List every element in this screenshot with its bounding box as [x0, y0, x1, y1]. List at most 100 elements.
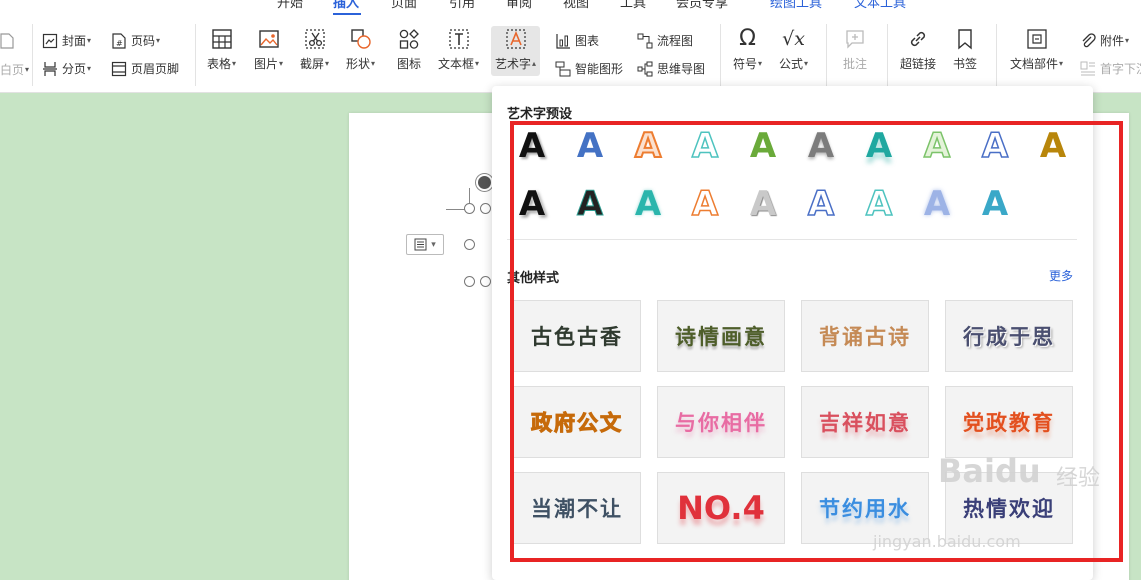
chart-icon	[556, 33, 570, 49]
wordart-preset[interactable]: A	[685, 126, 725, 166]
table-icon	[211, 29, 232, 49]
more-styles-link[interactable]: 更多	[1049, 267, 1073, 284]
ribbon-separator	[826, 24, 827, 86]
wordart-button[interactable]: 艺术字 ▴	[491, 26, 541, 76]
wordart-style-card[interactable]: 与你相伴	[657, 386, 785, 458]
smartart-button[interactable]: 智能图形	[555, 60, 623, 77]
drop-cap-button[interactable]: 首字下沉	[1080, 60, 1141, 77]
tab-tools[interactable]: 工具	[620, 0, 646, 11]
blank-page-icon[interactable]	[0, 33, 14, 49]
tab-review[interactable]: 审阅	[506, 0, 532, 11]
layout-options-button[interactable]: ▾	[406, 234, 444, 255]
active-tab-indicator	[333, 13, 361, 15]
wordart-preset[interactable]: A	[801, 184, 841, 224]
ribbon-separator	[32, 24, 33, 86]
shape-button[interactable]: 形状 ▾	[346, 28, 375, 72]
wordart-preset[interactable]: A	[570, 126, 610, 166]
wordart-icon	[505, 29, 526, 49]
doc-parts-icon	[1026, 29, 1047, 49]
wordart-preset[interactable]: A	[628, 184, 668, 224]
page-break-icon	[43, 61, 57, 76]
page-number-button[interactable]: # 页码 ▾	[111, 32, 160, 49]
chevron-down-icon: ▾	[431, 239, 436, 250]
resize-handle[interactable]	[464, 239, 475, 250]
tab-drawing-tools[interactable]: 绘图工具	[770, 0, 822, 11]
resize-handle[interactable]	[464, 276, 475, 287]
formula-button[interactable]: √x 公式 ▾	[779, 28, 808, 72]
wordart-preset[interactable]: A	[743, 184, 783, 224]
wordart-style-card[interactable]: 诗情画意	[657, 300, 785, 372]
wordart-preset[interactable]: A	[743, 126, 783, 166]
wordart-preset[interactable]: A	[859, 184, 899, 224]
tab-view[interactable]: 视图	[563, 0, 589, 11]
page-break-button[interactable]: 分页 ▾	[42, 60, 91, 77]
wordart-style-card[interactable]: 背诵古诗	[801, 300, 929, 372]
wordart-style-card[interactable]: 吉祥如意	[801, 386, 929, 458]
symbol-button[interactable]: Ω 符号 ▾	[733, 28, 762, 72]
picture-button[interactable]: 图片 ▾	[254, 28, 283, 72]
wordart-style-card[interactable]: 当潮不让	[513, 472, 641, 544]
top-tab-strip: 开始 插入 页面 引用 审阅 视图 工具 会员专享 绘图工具 文本工具	[0, 0, 1141, 18]
chart-button[interactable]: 图表	[555, 32, 599, 49]
other-styles-title: 其他样式	[507, 271, 560, 286]
wordart-style-card[interactable]: 行成于思	[945, 300, 1073, 372]
comment-button[interactable]: 批注	[843, 28, 867, 72]
wordart-preset[interactable]: A	[570, 184, 610, 224]
scissors-icon	[304, 29, 325, 49]
textbox-button[interactable]: 文本框 ▾	[438, 28, 479, 72]
resize-handle[interactable]	[480, 203, 491, 214]
tab-home[interactable]: 开始	[277, 0, 303, 11]
presets-title: 艺术字预设	[507, 107, 573, 122]
section-divider	[507, 239, 1077, 240]
icons-grid-icon	[399, 29, 419, 49]
icon-button[interactable]: 图标	[397, 28, 421, 72]
wordart-dropdown-panel: 艺术字预设 A A A A A A A A A A A A A A A A A …	[492, 86, 1093, 580]
cover-button[interactable]: 封面 ▾	[42, 32, 91, 49]
wordart-preset[interactable]: A	[512, 126, 552, 166]
tab-member[interactable]: 会员专享	[676, 0, 728, 11]
flowchart-button[interactable]: 流程图	[637, 32, 693, 49]
resize-handle[interactable]	[480, 276, 491, 287]
omega-icon: Ω	[739, 26, 756, 51]
wordart-preset[interactable]: A	[917, 126, 957, 166]
wordart-preset[interactable]: A	[975, 184, 1015, 224]
wordart-preset[interactable]: A	[1033, 126, 1073, 166]
wordart-style-card[interactable]: 节约用水	[801, 472, 929, 544]
wordart-preset[interactable]: A	[628, 126, 668, 166]
bookmark-button[interactable]: 书签	[953, 28, 977, 72]
flowchart-icon	[637, 33, 653, 48]
wordart-style-card[interactable]: 政府公文	[513, 386, 641, 458]
wordart-preset[interactable]: A	[859, 126, 899, 166]
shape-icon	[350, 29, 371, 49]
wordart-preset[interactable]: A	[917, 184, 957, 224]
wordart-preset[interactable]: A	[975, 126, 1015, 166]
header-footer-button[interactable]: 页眉页脚	[111, 60, 179, 77]
wordart-preset[interactable]: A	[685, 184, 725, 224]
ribbon-separator	[195, 24, 196, 86]
tab-text-tools[interactable]: 文本工具	[854, 0, 906, 11]
ribbon-separator	[996, 24, 997, 86]
resize-handle[interactable]	[464, 203, 475, 214]
blank-page-button[interactable]: 白页 ▾	[0, 61, 29, 78]
doc-parts-button[interactable]: 文档部件 ▾	[1010, 28, 1063, 72]
wordart-style-card[interactable]: 热情欢迎	[945, 472, 1073, 544]
wordart-preset[interactable]: A	[801, 126, 841, 166]
bookmark-icon	[958, 29, 972, 50]
wordart-style-card[interactable]: 古色古香	[513, 300, 641, 372]
link-icon	[910, 31, 926, 47]
wordart-style-card[interactable]: NO.4	[657, 472, 785, 544]
drop-cap-icon	[1080, 61, 1095, 75]
hyperlink-button[interactable]: 超链接	[900, 28, 936, 72]
sqrt-x-icon: √x	[782, 28, 805, 50]
rotate-handle[interactable]	[476, 174, 493, 191]
tab-page[interactable]: 页面	[391, 0, 417, 11]
mindmap-button[interactable]: 思维导图	[637, 60, 705, 77]
wordart-preset[interactable]: A	[512, 184, 552, 224]
table-button[interactable]: 表格 ▾	[207, 28, 236, 72]
tab-insert[interactable]: 插入	[333, 0, 359, 11]
attachment-button[interactable]: 附件 ▾	[1080, 32, 1129, 49]
mindmap-icon	[637, 61, 653, 76]
tab-references[interactable]: 引用	[449, 0, 475, 11]
screenshot-button[interactable]: 截屏 ▾	[300, 28, 329, 72]
wordart-style-card[interactable]: 党政教育	[945, 386, 1073, 458]
